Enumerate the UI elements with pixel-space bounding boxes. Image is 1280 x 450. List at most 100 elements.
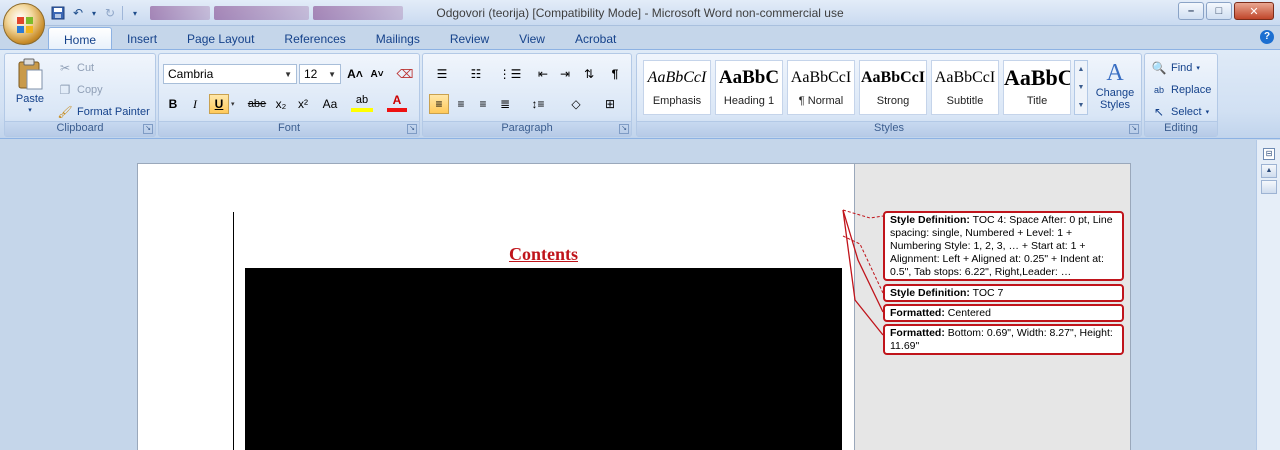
style-definition-balloon-toc7[interactable]: Style Definition: TOC 7	[883, 284, 1124, 302]
paste-icon	[18, 58, 43, 90]
increase-indent-icon[interactable]: ⇥	[555, 64, 575, 84]
numbering-icon[interactable]: ☷	[461, 64, 491, 84]
font-group: Cambria ▼ 12 ▼ A˄ A˅ ⌫ B I U ▾ abe x₂ x²…	[158, 53, 420, 137]
cursor-icon: ↖	[1153, 105, 1165, 119]
editing-group: 🔍 Find ▾ ab Replace ↖ Select ▾ Editing	[1144, 53, 1218, 137]
paragraph-launcher-icon[interactable]: ↘	[619, 124, 629, 134]
paste-button[interactable]: Paste ▾	[11, 58, 49, 114]
paintbrush-icon: 🖌	[57, 105, 73, 119]
office-button[interactable]	[3, 3, 45, 45]
underline-button[interactable]: U	[209, 94, 229, 114]
copy-label: Copy	[77, 84, 103, 96]
style-definition-balloon-toc4[interactable]: Style Definition: TOC 4: Space After: 0 …	[883, 211, 1124, 281]
shrink-font-button[interactable]: A˅	[367, 64, 387, 84]
style-name: Subtitle	[946, 95, 984, 107]
tab-acrobat[interactable]: Acrobat	[560, 27, 631, 49]
editing-group-label: Editing	[1145, 121, 1217, 136]
find-dropdown-icon: ▾	[1196, 65, 1200, 72]
ribbon: Paste ▾ ✂ Cut ❐ Copy 🖌 Format Painter Cl…	[0, 49, 1280, 139]
italic-button[interactable]: I	[185, 94, 205, 114]
font-launcher-icon[interactable]: ↘	[407, 124, 417, 134]
strikethrough-button[interactable]: abe	[243, 94, 271, 114]
replace-icon: ab	[1153, 85, 1164, 95]
replace-button[interactable]: ab Replace	[1151, 82, 1211, 98]
redacted-content-block	[245, 268, 842, 450]
clear-formatting-icon[interactable]: ⌫	[395, 64, 415, 84]
style-strong[interactable]: AaBbCcI Strong	[859, 60, 927, 115]
underline-dropdown-icon[interactable]: ▾	[231, 100, 235, 108]
line-spacing-icon[interactable]: ↕≡	[523, 94, 553, 114]
balloon-title: Formatted:	[890, 307, 945, 319]
bold-button[interactable]: B	[163, 94, 183, 114]
tab-home[interactable]: Home	[48, 27, 113, 49]
grow-font-button[interactable]: A˄	[345, 64, 365, 84]
view-ruler-icon[interactable]: ⊟	[1263, 148, 1275, 160]
align-center-icon[interactable]: ≡	[451, 94, 471, 114]
tab-references[interactable]: References	[269, 27, 360, 49]
font-group-label: Font	[159, 121, 419, 136]
balloon-title: Formatted:	[890, 327, 945, 339]
styles-launcher-icon[interactable]: ↘	[1129, 124, 1139, 134]
style-title[interactable]: AaBbC Title	[1003, 60, 1071, 115]
tab-page-layout[interactable]: Page Layout	[172, 27, 269, 49]
superscript-button[interactable]: x²	[293, 94, 313, 114]
maximize-button[interactable]: □	[1206, 2, 1232, 20]
tab-mailings[interactable]: Mailings	[361, 27, 435, 49]
scroll-up-icon[interactable]: ▲	[1261, 164, 1277, 178]
formatted-balloon-page-size[interactable]: Formatted: Bottom: 0.69", Width: 8.27", …	[883, 324, 1124, 355]
find-button[interactable]: 🔍 Find ▾	[1151, 60, 1200, 76]
format-painter-button[interactable]: 🖌 Format Painter	[57, 104, 149, 120]
tab-insert[interactable]: Insert	[112, 27, 172, 49]
sort-icon[interactable]: ⇅	[579, 64, 599, 84]
font-color-button[interactable]: A	[387, 92, 407, 112]
align-left-icon[interactable]: ≡	[429, 94, 449, 114]
scroll-thumb[interactable]	[1261, 180, 1277, 194]
cut-button[interactable]: ✂ Cut	[57, 60, 94, 76]
style-sample: AaBbCcI	[647, 69, 707, 86]
justify-icon[interactable]: ≣	[495, 94, 515, 114]
tab-review[interactable]: Review	[435, 27, 504, 49]
gallery-down-icon[interactable]: ▼	[1075, 79, 1087, 97]
help-icon[interactable]: ?	[1260, 30, 1274, 44]
change-case-button[interactable]: Aa	[317, 94, 343, 114]
style-name: Emphasis	[652, 95, 702, 107]
style-subtitle[interactable]: AaBbCcI Subtitle	[931, 60, 999, 115]
shading-icon[interactable]: ◇	[561, 94, 591, 114]
styles-gallery-scroll[interactable]: ▲ ▼ ▼	[1074, 60, 1088, 115]
select-label: Select	[1171, 106, 1202, 118]
subscript-button[interactable]: x₂	[271, 94, 291, 114]
tab-view[interactable]: View	[504, 27, 560, 49]
page-margin-line	[233, 212, 234, 450]
font-size-dropdown-icon: ▼	[328, 69, 336, 79]
paste-dropdown-icon: ▾	[28, 107, 32, 114]
multilevel-list-icon[interactable]: ⋮☰	[495, 64, 525, 84]
cut-label: Cut	[77, 62, 95, 74]
vertical-scrollbar[interactable]: ⊟ ▲	[1256, 140, 1280, 450]
font-name-combo[interactable]: Cambria ▼	[163, 64, 297, 84]
change-styles-label-1: Change	[1095, 87, 1135, 99]
contents-heading[interactable]: Contents	[245, 244, 842, 265]
text-highlight-button[interactable]: ab	[351, 92, 373, 112]
styles-group: AaBbCcI Emphasis AaBbC Heading 1 AaBbCcI…	[636, 53, 1142, 137]
balloon-title: Style Definition:	[890, 214, 970, 226]
style-normal[interactable]: AaBbCcI ¶ Normal	[787, 60, 855, 115]
minimize-button[interactable]: –	[1178, 2, 1204, 20]
bullets-icon[interactable]: ☰	[427, 64, 457, 84]
change-styles-button[interactable]: A Change Styles	[1091, 60, 1139, 111]
gallery-up-icon[interactable]: ▲	[1075, 61, 1087, 79]
formatted-balloon-centered[interactable]: Formatted: Centered	[883, 304, 1124, 322]
gallery-more-icon[interactable]: ▼	[1075, 97, 1087, 114]
copy-button[interactable]: ❐ Copy	[57, 82, 103, 98]
style-emphasis[interactable]: AaBbCcI Emphasis	[643, 60, 711, 115]
style-sample: AaBbCcI	[790, 69, 852, 86]
style-heading-1[interactable]: AaBbC Heading 1	[715, 60, 783, 115]
clipboard-launcher-icon[interactable]: ↘	[143, 124, 153, 134]
close-button[interactable]: ✕	[1234, 2, 1274, 20]
font-size-combo[interactable]: 12 ▼	[299, 64, 341, 84]
decrease-indent-icon[interactable]: ⇤	[533, 64, 553, 84]
borders-icon[interactable]: ⊞	[595, 94, 625, 114]
show-formatting-button[interactable]: ¶	[605, 64, 625, 84]
select-button[interactable]: ↖ Select ▾	[1151, 104, 1209, 120]
align-right-icon[interactable]: ≡	[473, 94, 493, 114]
font-name-dropdown-icon: ▼	[284, 69, 292, 79]
